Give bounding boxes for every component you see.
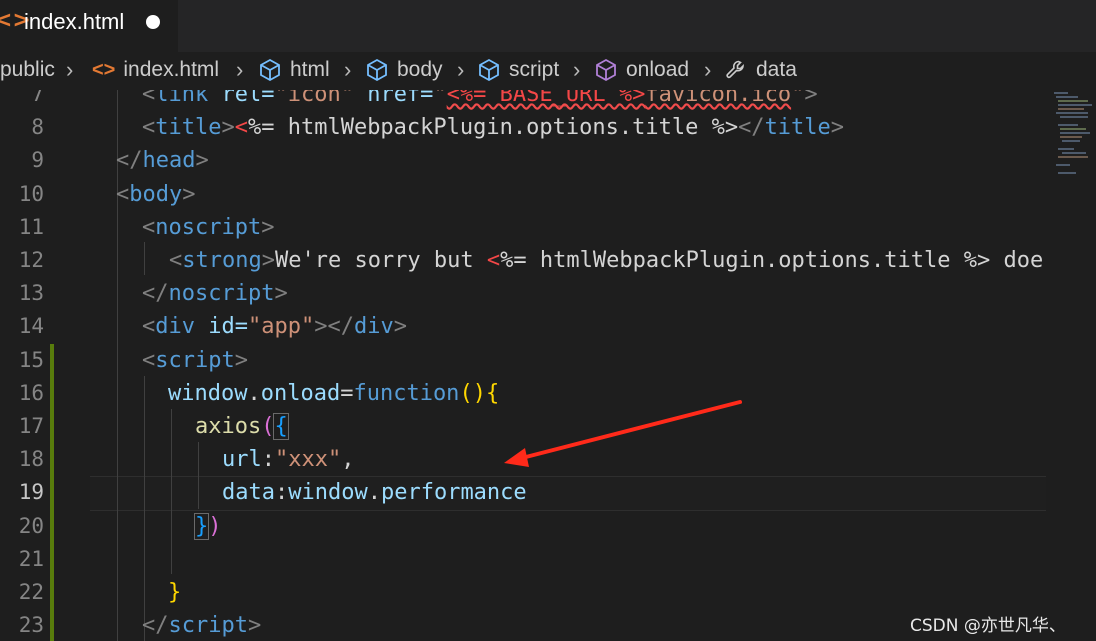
red-arrow-annotation (504, 400, 742, 467)
watermark: CSDN @亦世凡华、 (910, 616, 1066, 636)
